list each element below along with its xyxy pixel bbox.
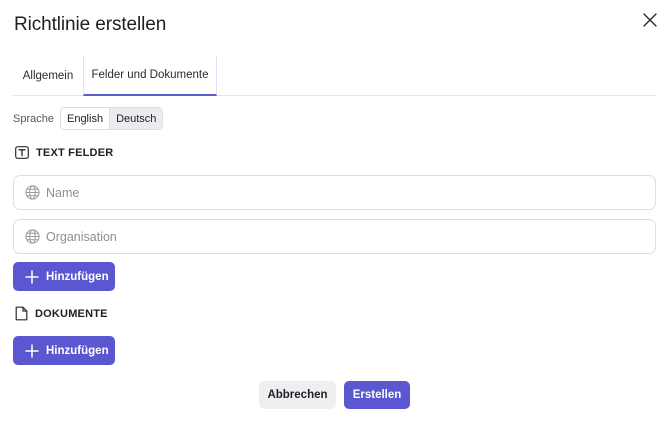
documents-heading: DOKUMENTE bbox=[15, 306, 108, 321]
text-fields-heading: TEXT FELDER bbox=[15, 146, 113, 159]
add-text-field-label: Hinzufügen bbox=[46, 270, 109, 283]
plus-icon bbox=[25, 343, 39, 358]
language-switcher: Sprache English Deutsch bbox=[13, 107, 164, 130]
cancel-button[interactable]: Abbrechen bbox=[259, 381, 336, 409]
tab-felder-und-dokumente[interactable]: Felder und Dokumente bbox=[83, 56, 217, 96]
add-document-button[interactable]: Hinzufügen bbox=[13, 336, 115, 365]
close-button[interactable] bbox=[640, 10, 660, 30]
plus-icon bbox=[25, 269, 39, 284]
globe-icon bbox=[25, 185, 40, 200]
text-fields-title: TEXT FELDER bbox=[36, 146, 114, 159]
create-button[interactable]: Erstellen bbox=[344, 381, 410, 409]
close-icon bbox=[643, 13, 657, 27]
text-field-icon bbox=[15, 146, 29, 159]
language-toggle: English Deutsch bbox=[59, 107, 164, 130]
organisation-field bbox=[13, 219, 656, 254]
organisation-input[interactable] bbox=[46, 229, 606, 244]
language-label: Sprache bbox=[13, 112, 54, 125]
language-option-deutsch[interactable]: Deutsch bbox=[109, 108, 163, 129]
add-document-label: Hinzufügen bbox=[46, 344, 109, 357]
document-icon bbox=[15, 306, 28, 321]
add-text-field-button[interactable]: Hinzufügen bbox=[13, 262, 115, 291]
tab-bar: Allgemein Felder und Dokumente bbox=[13, 56, 656, 96]
globe-icon bbox=[25, 229, 40, 244]
language-option-english[interactable]: English bbox=[60, 108, 110, 129]
dialog-title: Richtlinie erstellen bbox=[14, 14, 167, 35]
name-input[interactable] bbox=[46, 185, 606, 200]
name-field bbox=[13, 175, 656, 210]
documents-title: DOKUMENTE bbox=[35, 307, 108, 320]
tab-allgemein[interactable]: Allgemein bbox=[13, 56, 83, 95]
create-policy-dialog: Richtlinie erstellen Allgemein Felder un… bbox=[0, 0, 670, 422]
